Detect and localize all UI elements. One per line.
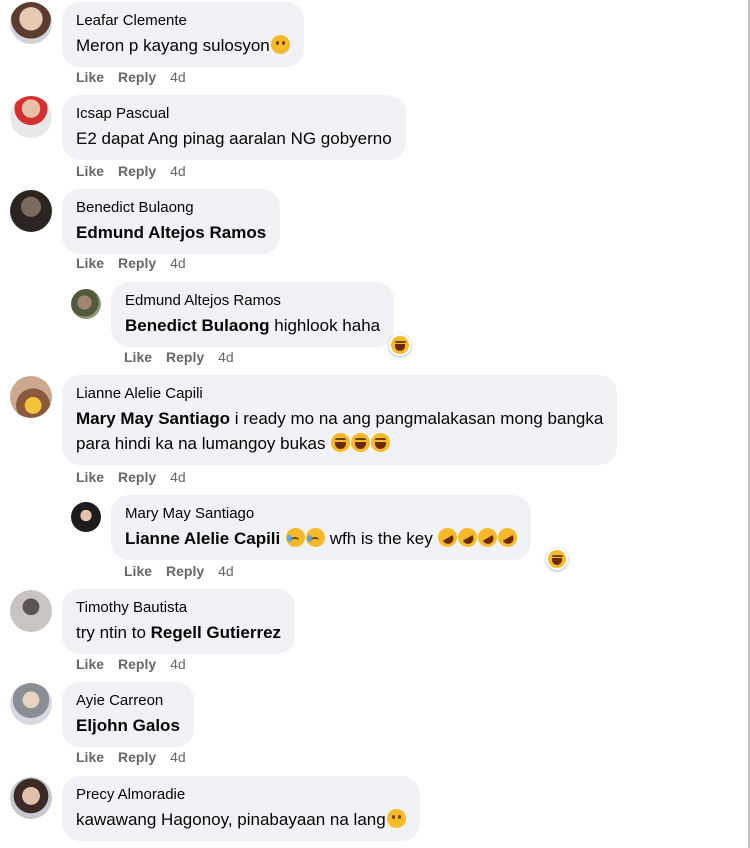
comment-author[interactable]: Mary May Santiago — [125, 505, 517, 523]
reply-button[interactable]: Reply — [118, 69, 156, 85]
comment-actions: Like Reply 4d — [76, 749, 200, 765]
avatar[interactable] — [10, 777, 52, 819]
comment-author[interactable]: Lianne Alelie Capili — [76, 385, 603, 403]
comment-text: Meron p kayang sulosyon — [76, 33, 290, 58]
comment-time[interactable]: 4d — [170, 163, 186, 179]
avatar[interactable] — [10, 683, 52, 725]
comment-author[interactable]: Benedict Bulaong — [76, 199, 266, 217]
comment-bubble: Leafar Clemente Meron p kayang sulosyon — [62, 2, 304, 67]
comment-mention[interactable]: Mary May Santiago — [76, 409, 230, 428]
laugh-emoji-icon — [351, 433, 371, 452]
avatar[interactable] — [10, 376, 52, 418]
comment-bubble: Lianne Alelie Capili Mary May Santiago i… — [62, 375, 618, 465]
comment-author[interactable]: Ayie Carreon — [76, 692, 180, 710]
laugh-emoji-icon — [371, 433, 391, 452]
reply-button[interactable]: Reply — [118, 469, 156, 485]
comment-bubble: Mary May Santiago Lianne Alelie Capili w… — [111, 495, 532, 560]
reaction-badge[interactable] — [546, 548, 568, 570]
crying-emoji-icon — [285, 528, 305, 547]
comment-mention[interactable]: Lianne Alelie Capili — [125, 529, 280, 548]
reply-button[interactable]: Reply — [118, 255, 156, 271]
comment-text: Mary May Santiago i ready mo na ang pang… — [76, 409, 604, 428]
like-button[interactable]: Like — [76, 255, 104, 271]
comment-time[interactable]: 4d — [170, 469, 186, 485]
like-button[interactable]: Like — [76, 749, 104, 765]
comment-author[interactable]: Leafar Clemente — [76, 12, 290, 30]
comment-text: Lianne Alelie Capili wfh is the key — [125, 524, 521, 551]
laugh-emoji-icon — [331, 433, 351, 452]
avatar[interactable] — [10, 190, 52, 232]
comment-actions: Like Reply 4d — [124, 349, 248, 365]
comment-time[interactable]: 4d — [170, 255, 186, 271]
comment-actions: Like Reply 4d — [76, 69, 200, 85]
comment-text: kawawang Hagonoy, pinabayaan na lang — [76, 807, 406, 832]
comment-mention[interactable]: Regell Gutierrez — [151, 623, 281, 642]
pensive-emoji-icon — [386, 809, 406, 828]
comment-author[interactable]: Timothy Bautista — [76, 599, 281, 617]
comment-time[interactable]: 4d — [218, 349, 234, 365]
rofl-emoji-icon — [494, 524, 521, 551]
like-button[interactable]: Like — [124, 349, 152, 365]
comment-author[interactable]: Precy Almoradie — [76, 786, 406, 804]
reply-button[interactable]: Reply — [118, 749, 156, 765]
like-button[interactable]: Like — [76, 163, 104, 179]
comment-bubble: Icsap Pascual E2 dapat Ang pinag aaralan… — [62, 95, 406, 160]
comment-text: Benedict Bulaong highlook haha — [125, 316, 381, 335]
crying-emoji-icon — [305, 528, 325, 547]
comment-bubble: Timothy Bautista try ntin to Regell Guti… — [62, 589, 296, 654]
sad-emoji-icon — [270, 35, 290, 54]
laugh-emoji-icon — [391, 336, 409, 354]
avatar[interactable] — [71, 289, 101, 319]
comment-mention[interactable]: Eljohn Galos — [76, 713, 180, 738]
avatar[interactable] — [71, 502, 101, 532]
comment-text: para hindi ka na lumangoy bukas — [76, 431, 603, 456]
laugh-emoji-icon — [548, 550, 566, 568]
comment-bubble: Precy Almoradie kawawang Hagonoy, pinaba… — [62, 776, 420, 841]
comment-author[interactable]: Icsap Pascual — [76, 105, 392, 123]
reaction-badge[interactable] — [389, 334, 411, 356]
comment-time[interactable]: 4d — [170, 69, 186, 85]
comment-text: try ntin to Regell Gutierrez — [76, 623, 282, 642]
comment-bubble: Edmund Altejos Ramos Benedict Bulaong hi… — [111, 282, 395, 347]
reply-button[interactable]: Reply — [166, 563, 204, 579]
comment-author[interactable]: Edmund Altejos Ramos — [125, 292, 380, 310]
avatar[interactable] — [10, 590, 52, 632]
comment-actions: Like Reply 4d — [76, 255, 200, 271]
comment-time[interactable]: 4d — [170, 656, 186, 672]
comment-actions: Like Reply 4d — [76, 163, 200, 179]
comment-bubble: Ayie Carreon Eljohn Galos — [62, 682, 194, 747]
avatar[interactable] — [10, 2, 52, 44]
avatar[interactable] — [10, 96, 52, 138]
comment-actions: Like Reply 4d — [76, 656, 200, 672]
like-button[interactable]: Like — [76, 469, 104, 485]
reply-button[interactable]: Reply — [118, 163, 156, 179]
comment-bubble: Benedict Bulaong Edmund Altejos Ramos — [62, 189, 281, 254]
comment-time[interactable]: 4d — [218, 563, 234, 579]
comment-actions: Like Reply 4d — [124, 563, 248, 579]
comment-mention[interactable]: Edmund Altejos Ramos — [76, 220, 266, 245]
like-button[interactable]: Like — [76, 69, 104, 85]
comment-time[interactable]: 4d — [170, 749, 186, 765]
comment-actions: Like Reply 4d — [76, 469, 200, 485]
reply-button[interactable]: Reply — [166, 349, 204, 365]
reply-button[interactable]: Reply — [118, 656, 156, 672]
like-button[interactable]: Like — [76, 656, 104, 672]
comment-mention[interactable]: Benedict Bulaong — [125, 316, 270, 335]
like-button[interactable]: Like — [124, 563, 152, 579]
comment-text: E2 dapat Ang pinag aaralan NG gobyerno — [76, 129, 392, 148]
